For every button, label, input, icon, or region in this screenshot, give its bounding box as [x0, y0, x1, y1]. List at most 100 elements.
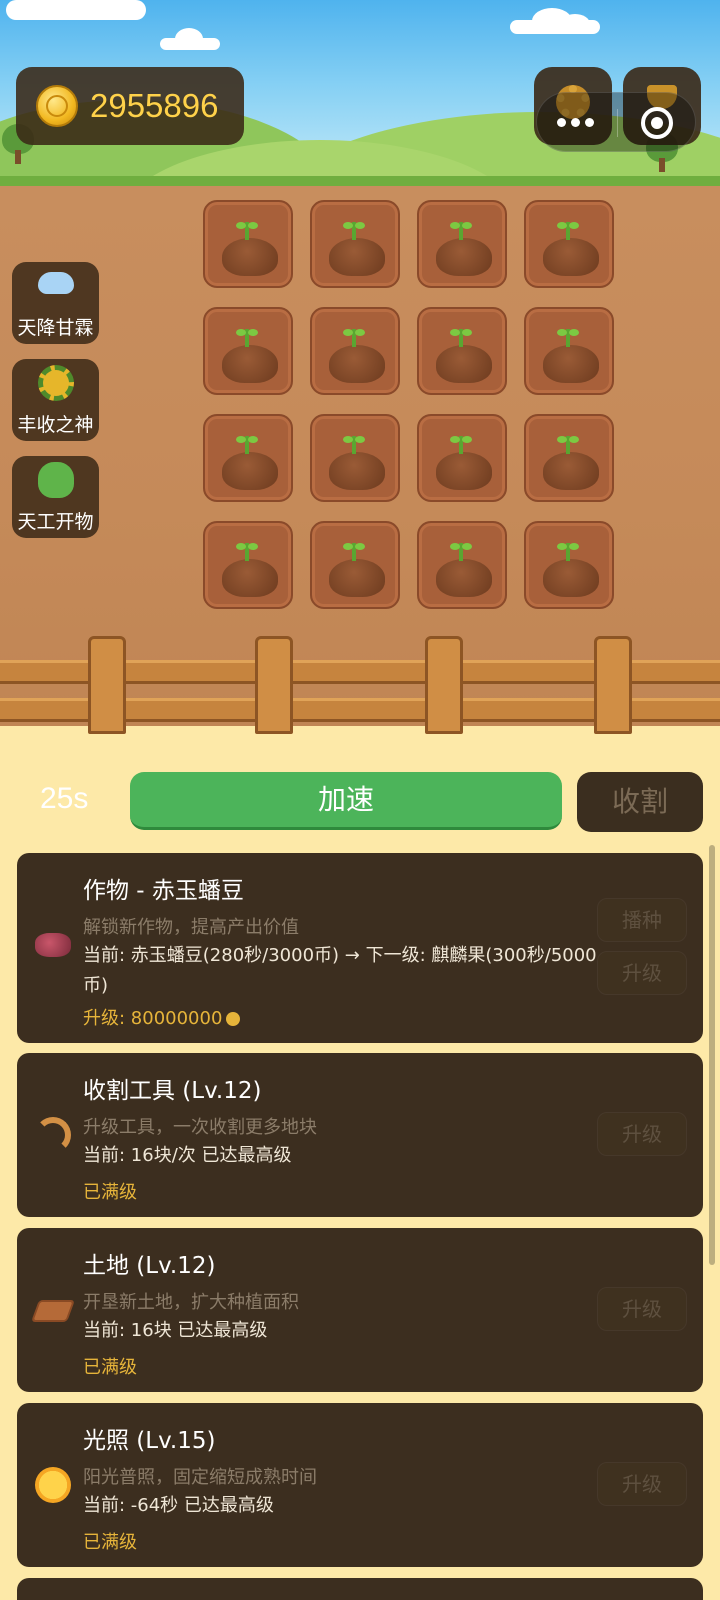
sprout-icon [236, 222, 258, 240]
farm-plot[interactable] [524, 414, 614, 502]
card-description: 升级工具，一次收割更多地块 [83, 1117, 317, 1138]
cloud-decoration [160, 28, 220, 50]
upgrade-button[interactable]: 升级 [597, 1287, 687, 1331]
coin-value: 2955896 [90, 87, 219, 124]
sickle-icon [35, 1117, 71, 1153]
cloud-decoration [510, 8, 600, 34]
card-description: 开垦新土地，扩大种植面积 [83, 1292, 299, 1313]
farm-plot[interactable] [417, 200, 507, 288]
sprout-icon [343, 543, 365, 561]
card-status: 已满级 [83, 1357, 137, 1378]
tool-upgrade-card: 收割工具 (Lv.12) 升级工具，一次收割更多地块 当前: 16块/次 已达最… [17, 1053, 703, 1217]
skill-label: 天工开物 [17, 511, 94, 533]
sprout-icon [343, 329, 365, 347]
farm-plot[interactable] [417, 521, 507, 609]
cloud-decoration [6, 0, 146, 20]
frog-icon [38, 462, 74, 498]
skill-rain[interactable]: 天降甘霖 [12, 262, 99, 344]
card-description: 阳光普照，固定缩短成熟时间 [83, 1467, 317, 1488]
fence-post [255, 636, 293, 734]
soil-mound [222, 345, 278, 383]
farm-plot[interactable] [203, 200, 293, 288]
upgrade-button[interactable]: 升级 [597, 1462, 687, 1506]
farm-plot[interactable] [203, 521, 293, 609]
farm-plot[interactable] [524, 200, 614, 288]
farm-plot[interactable] [417, 307, 507, 395]
soil-mound [222, 559, 278, 597]
coin-icon [36, 85, 78, 127]
upgrade-button[interactable]: 升级 [597, 951, 687, 995]
skill-label: 天降甘霖 [17, 317, 94, 339]
harvest-button[interactable]: 收割 [577, 772, 703, 832]
upgrade-button[interactable]: 升级 [597, 1112, 687, 1156]
sprout-icon [236, 329, 258, 347]
capsule-divider [617, 109, 618, 137]
fence-post [594, 636, 632, 734]
farm-plot[interactable] [524, 307, 614, 395]
soil-mound [222, 238, 278, 276]
soil-mound [436, 452, 492, 490]
sprout-icon [557, 436, 579, 454]
rain-cloud-icon [38, 272, 74, 294]
crop-upgrade-card: 作物 - 赤玉蟠豆 解锁新作物，提高产出价值 当前: 赤玉蟠豆(280秒/300… [17, 853, 703, 1043]
card-title: 收割工具 (Lv.12) [83, 1078, 262, 1104]
sprout-icon [343, 436, 365, 454]
soil-icon [30, 1300, 76, 1322]
soil-mound [436, 559, 492, 597]
farm-plot[interactable] [310, 414, 400, 502]
card-current: 当前: 赤玉蟠豆(280秒/3000币) → 下一级: 麒麟果(300秒/500… [83, 945, 597, 996]
mini-program-capsule [536, 92, 696, 152]
farm-plot[interactable] [524, 521, 614, 609]
speed-up-button[interactable]: 加速 [130, 772, 562, 830]
card-current: 当前: -64秒 已达最高级 [83, 1495, 274, 1516]
light-upgrade-card: 光照 (Lv.15) 阳光普照，固定缩短成熟时间 当前: -64秒 已达最高级 … [17, 1403, 703, 1567]
card-cost: 升级: 80000000 [83, 1004, 241, 1030]
fence-post [425, 636, 463, 734]
sprout-icon [450, 436, 472, 454]
fence-post [88, 636, 126, 734]
farm-plot[interactable] [310, 521, 400, 609]
cost-value: 升级: 80000000 [83, 1008, 223, 1029]
next-upgrade-card [17, 1578, 703, 1600]
soil-mound [436, 345, 492, 383]
scrollbar[interactable] [709, 845, 715, 1265]
sprout-icon [450, 543, 472, 561]
farm-plot[interactable] [203, 414, 293, 502]
card-current: 当前: 16块/次 已达最高级 [83, 1145, 292, 1166]
coin-icon [226, 1012, 241, 1026]
soil-mound [543, 559, 599, 597]
wreath-icon [38, 365, 74, 401]
skill-label: 丰收之神 [17, 414, 94, 436]
soil-mound [543, 345, 599, 383]
card-description: 解锁新作物，提高产出价值 [83, 917, 299, 938]
farm-plot[interactable] [310, 307, 400, 395]
soil-mound [222, 452, 278, 490]
growth-timer: 25s [40, 782, 89, 815]
card-current: 当前: 16块 已达最高级 [83, 1320, 268, 1341]
card-title: 光照 (Lv.15) [83, 1428, 216, 1454]
sprout-icon [236, 436, 258, 454]
card-title: 作物 - 赤玉蟠豆 [83, 878, 244, 904]
soil-mound [329, 559, 385, 597]
skill-harvest-god[interactable]: 丰收之神 [12, 359, 99, 441]
farm-plot[interactable] [203, 307, 293, 395]
soil-mound [329, 452, 385, 490]
soil-mound [543, 238, 599, 276]
sow-button[interactable]: 播种 [597, 898, 687, 942]
sprout-icon [450, 329, 472, 347]
soil-mound [543, 452, 599, 490]
card-title: 土地 (Lv.12) [83, 1253, 216, 1279]
more-icon[interactable] [557, 118, 594, 127]
sprout-icon [450, 222, 472, 240]
coin-counter: 2955896 [16, 67, 244, 145]
close-target-icon[interactable] [641, 107, 673, 139]
sprout-icon [557, 329, 579, 347]
sprout-icon [557, 222, 579, 240]
farm-plot[interactable] [310, 200, 400, 288]
sprout-icon [236, 543, 258, 561]
soil-mound [329, 238, 385, 276]
skill-craft[interactable]: 天工开物 [12, 456, 99, 538]
card-status: 已满级 [83, 1532, 137, 1553]
soil-mound [329, 345, 385, 383]
farm-plot[interactable] [417, 414, 507, 502]
